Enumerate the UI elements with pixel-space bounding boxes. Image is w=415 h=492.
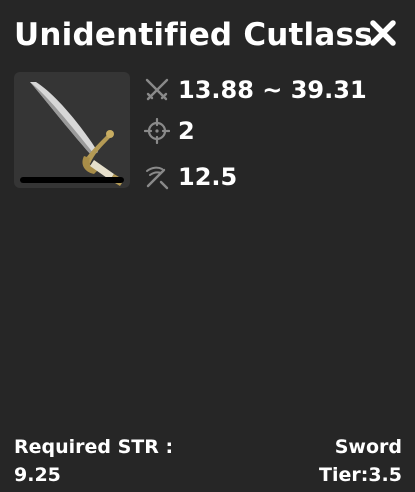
item-image (14, 72, 130, 188)
item-tooltip-panel: Unidentified Cutlass 13.88 ~ 39.31 2 12.… (0, 0, 415, 492)
crossed-swords-icon (145, 78, 169, 101)
speed-value: 12.5 (178, 163, 238, 191)
required-str-value: 9.25 (14, 464, 61, 486)
required-str-label: Required STR : (14, 436, 174, 458)
cutlass-image (20, 82, 124, 186)
crosshair-icon (144, 118, 170, 144)
weapon-speed-icon (146, 166, 169, 190)
stat-speed: 12.5 (144, 161, 237, 193)
accuracy-value: 2 (178, 117, 195, 145)
item-title: Unidentified Cutlass (14, 17, 373, 53)
damage-value: 13.88 ~ 39.31 (178, 76, 367, 104)
stat-accuracy: 2 (144, 115, 195, 147)
weapon-tier: Tier:3.5 (319, 464, 402, 486)
stat-damage: 13.88 ~ 39.31 (144, 74, 367, 106)
close-icon[interactable] (368, 18, 398, 48)
weapon-type: Sword (334, 436, 402, 458)
